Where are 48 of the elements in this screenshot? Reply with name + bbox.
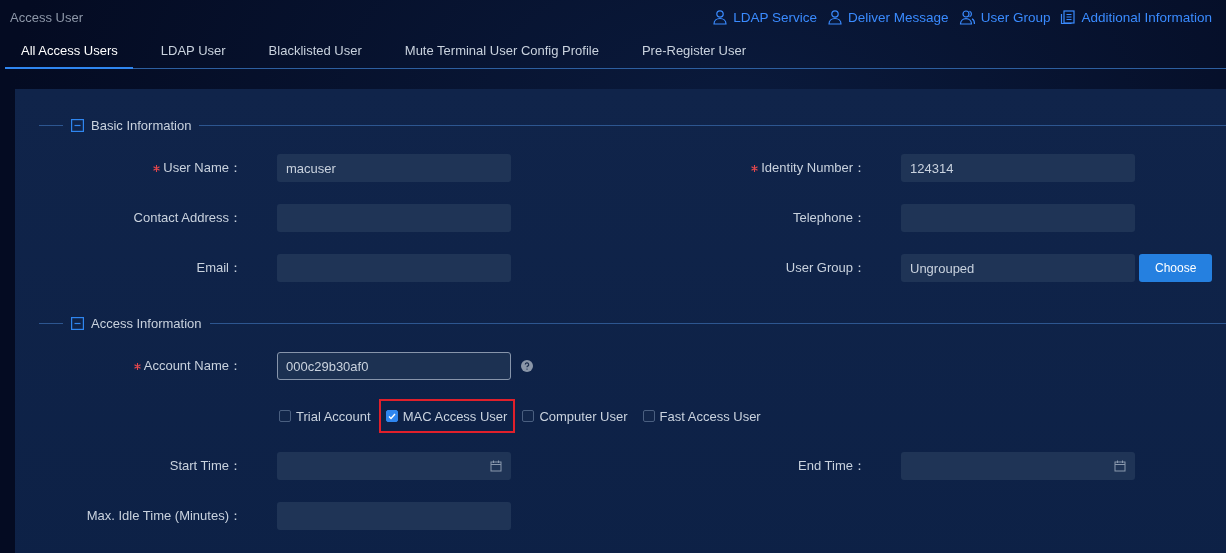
date-field[interactable]	[901, 452, 1135, 480]
input-field[interactable]: Ungrouped	[901, 254, 1135, 282]
collapse-icon[interactable]	[71, 118, 84, 132]
field-label: Max. Idle Time (Minutes)：	[86, 507, 242, 525]
field-label: Account Name：	[143, 357, 242, 375]
calendar-icon	[1114, 460, 1126, 472]
tab[interactable]: Pre-Register User	[625, 34, 761, 69]
required-icon	[133, 362, 141, 370]
users-icon	[958, 9, 976, 25]
help-icon[interactable]	[521, 360, 533, 372]
input-field[interactable]: 000c29b30af0	[277, 352, 511, 380]
checkbox[interactable]	[522, 410, 535, 422]
field-label: Contact Address：	[133, 209, 242, 227]
tab[interactable]: Mute Terminal User Config Profile	[388, 34, 614, 69]
field-label: User Group：	[785, 259, 866, 277]
checkbox-label[interactable]: Fast Access User	[659, 408, 761, 424]
choose-button[interactable]: Choose	[1139, 254, 1213, 282]
field-label: Email：	[196, 259, 242, 277]
checkbox[interactable]	[279, 410, 291, 422]
input-field[interactable]: 124314	[901, 154, 1135, 182]
page-title: Access User	[10, 9, 84, 25]
checkbox[interactable]	[642, 410, 655, 422]
required-icon	[751, 164, 759, 172]
user-icon	[712, 9, 729, 25]
header-link[interactable]: LDAP Service	[733, 9, 818, 25]
date-field[interactable]	[277, 452, 511, 480]
user-icon	[827, 9, 844, 25]
calendar-icon	[490, 460, 502, 472]
collapse-icon[interactable]	[71, 316, 84, 330]
input-field[interactable]: macuser	[277, 154, 511, 182]
document-icon	[1060, 9, 1077, 25]
tab[interactable]: LDAP User	[144, 34, 241, 69]
field-label: User Name：	[163, 159, 242, 177]
header-link[interactable]: Additional Information	[1081, 9, 1212, 25]
section-title: Basic Information	[91, 117, 192, 133]
field-label: Identity Number：	[761, 159, 866, 177]
section-title: Access Information	[91, 315, 202, 331]
checkbox-label[interactable]: Trial Account	[296, 408, 371, 424]
field-label: Start Time：	[169, 457, 242, 475]
tab[interactable]: All Access Users	[5, 34, 133, 69]
checkbox-label[interactable]: Computer User	[539, 408, 628, 424]
required-icon	[153, 164, 161, 172]
checkbox[interactable]	[385, 410, 398, 422]
header-link[interactable]: User Group	[980, 9, 1051, 25]
tab[interactable]: Blacklisted User	[252, 34, 377, 69]
field-label: End Time：	[798, 457, 866, 475]
field-label: Telephone：	[793, 209, 866, 227]
header-link[interactable]: Deliver Message	[848, 9, 949, 25]
